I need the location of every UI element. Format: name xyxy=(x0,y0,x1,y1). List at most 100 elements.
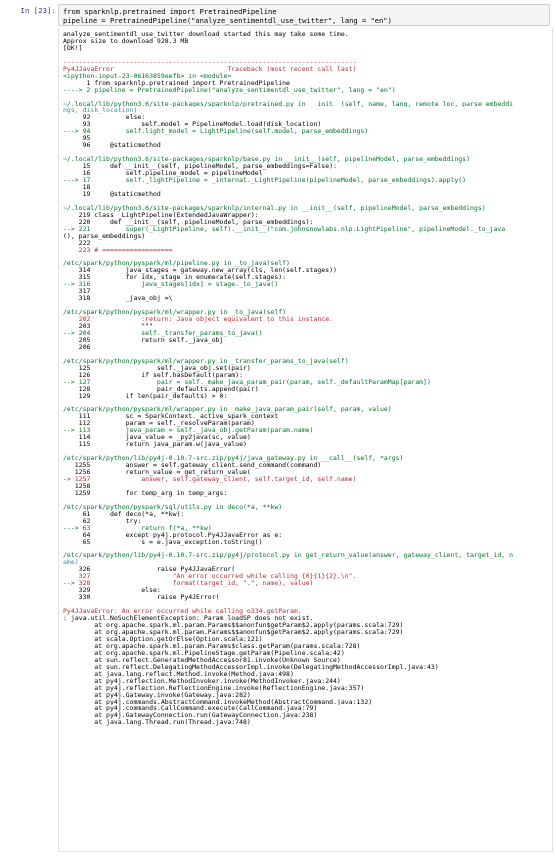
output-line: at java.lang.reflect.Method.invoke(Metho… xyxy=(63,670,294,678)
output-line: 15 def __init__(self, pipelineModel, par… xyxy=(63,163,337,171)
output-line: ame) xyxy=(63,559,79,567)
output-line: 206 xyxy=(63,343,91,351)
output-line: --> 316 java_stages[idx] = stage._to_jav… xyxy=(63,281,279,289)
output-line: at py4j.Gateway.invoke(Gateway.java:282) xyxy=(63,691,251,699)
output-line: 222 xyxy=(63,239,91,247)
output-line: Py4JJavaError Traceback (most recent cal… xyxy=(63,65,357,73)
output-line: 203 """ xyxy=(63,323,154,330)
output-line: ~/.local/lib/python3.6/site-packages/spa… xyxy=(63,156,470,164)
output-line: 64 except py4j.protocol.Py4JJavaError as… xyxy=(63,531,283,539)
output-line: 128 pair_defaults.append(pair) xyxy=(63,385,259,393)
output-line: ~/.local/lib/python3.6/site-packages/spa… xyxy=(63,100,514,108)
output-line: /etc/spark/python/lib/py4j-0.10.7-src.zi… xyxy=(63,552,514,560)
output-line: 327 "An error occurred while calling {0}… xyxy=(63,573,357,581)
output-line: -> 1257 answer, self.gateway_client, sel… xyxy=(63,476,357,483)
output-line: at py4j.GatewayConnection.run(GatewayCon… xyxy=(63,712,318,720)
output-line: at py4j.reflection.ReflectionEngine.invo… xyxy=(63,684,365,692)
output-line: 92 else: xyxy=(63,114,146,122)
output-line: --> 204 self._transfer_params_to_java() xyxy=(63,329,263,337)
output-line: at java.lang.Thread.run(Thread.java:748) xyxy=(63,719,251,727)
output-line: --> 113 java_param = self._java_obj.getP… xyxy=(63,427,314,435)
output-line: ----> 2 pipeline = PretrainedPipeline("a… xyxy=(63,86,396,94)
output-line: 114 java_value = _py2java(sc, value) xyxy=(63,434,251,442)
cell-output: analyze_sentimentdl_use_twitter download… xyxy=(58,28,553,852)
output-line: at org.apache.spark.ml.param.Params$$ano… xyxy=(63,628,404,636)
output-line: at org.apache.spark.ml.param.Params$clas… xyxy=(63,642,361,650)
output-line: Py4JJavaError: An error occurred while c… xyxy=(63,608,302,616)
output-line: 115 return java_param.w(java_value) xyxy=(63,441,247,449)
output-line: 18 xyxy=(63,183,91,191)
output-line: --> 328 format(target_id, ".", name), va… xyxy=(63,580,314,588)
output-line: ngs, disk_location) xyxy=(63,107,138,115)
output-line: 318 _java_obj =\ xyxy=(63,295,173,303)
output-line: /etc/spark/python/pyspark/ml/wrapper.py … xyxy=(63,357,349,365)
output-line: at sun.reflect.DelegatingMethodAccessorI… xyxy=(63,663,439,671)
code-line: from sparknlp.pretrained import Pretrain… xyxy=(63,7,277,16)
output-line: <ipython-input-23-06163859eefb> in <modu… xyxy=(63,72,232,80)
output-line: /etc/spark/python/lib/py4j-0.10.7-src.zi… xyxy=(63,455,404,463)
output-line: : java.util.NoSuchElementException: Para… xyxy=(63,615,314,623)
output-line: at py4j.commands.CallCommand.execute(Cal… xyxy=(63,705,318,713)
output-line: /etc/spark/python/pyspark/ml/wrapper.py … xyxy=(63,309,287,317)
output-line: 1256 return_value = get_return_value( xyxy=(63,469,251,476)
output-line: 219 class _LightPipeline(ExtendedJavaWra… xyxy=(63,211,259,219)
output-line: ---> 17 self._lightPipeline = _internal.… xyxy=(63,177,467,184)
output-line: ~/.local/lib/python3.6/site-packages/spa… xyxy=(63,204,486,212)
output-line: 16 self.pipeline_model = pipelineModel xyxy=(63,170,263,178)
output-line: ---> 94 self.light_model = LightPipeline… xyxy=(63,128,369,136)
output-line: ----------------------------------------… xyxy=(63,58,357,66)
output-line: 125 self._java_obj.set(pair) xyxy=(63,364,251,372)
output-line: 314 java_stages = gateway.new_array(cls,… xyxy=(63,267,337,275)
output-line: --> 221 super(_LightPipeline, self).__in… xyxy=(63,225,506,233)
output-line: 19 @staticmethod xyxy=(63,190,161,198)
output-line: 112 param = self._resolveParam(param) xyxy=(63,420,255,428)
output-line: [OK!] xyxy=(63,44,83,52)
output-line: 93 self.model = PipelineModel.load(disk_… xyxy=(63,121,322,129)
output-line: 1255 answer = self.gateway_client.send_c… xyxy=(63,462,322,470)
output-line: 220 def __init__(self, pipelineModel, pa… xyxy=(63,218,314,226)
output-line: at org.apache.spark.ml.param.Params$$ano… xyxy=(63,622,404,629)
output-line: 317 xyxy=(63,288,91,296)
output-line: (), parse_embeddings) xyxy=(63,232,146,240)
output-line: 65 s = e.java_exception.toString() xyxy=(63,538,263,546)
output-line: 96 @staticmethod xyxy=(63,142,161,150)
output-line: /etc/spark/python/pyspark/ml/pipeline.py… xyxy=(63,260,290,268)
output-line: 330 raise Py4JError( xyxy=(63,594,220,602)
output-line: at org.apache.spark.ml.PipelineStage.get… xyxy=(63,649,345,657)
output-line: analyze_sentimentdl_use_twitter download… xyxy=(63,31,349,38)
output-line: 223 # ================== xyxy=(63,246,173,254)
output-line: 329 else: xyxy=(63,587,161,595)
output-line: at py4j.commands.AbstractCommand.invokeM… xyxy=(63,698,373,706)
output-line: 205 return self._java_obj xyxy=(63,336,224,344)
output-line: 315 for idx, stage in enumerate(self.sta… xyxy=(63,274,287,282)
output-line: 62 try: xyxy=(63,517,142,525)
output-line: 202 :return: Java object equivalent to t… xyxy=(63,316,334,324)
output-line: at scala.Option.getOrElse(Option.scala:1… xyxy=(63,635,263,643)
output-line: 126 if self.hasDefault(param): xyxy=(63,371,244,379)
output-line: ---> 63 return f(*a, **kw) xyxy=(63,524,212,532)
output-line: /etc/spark/python/pyspark/ml/wrapper.py … xyxy=(63,406,392,414)
output-line: 111 sc = SparkContext._active_spark_cont… xyxy=(63,413,279,421)
output-line: 1259 for temp_arg in temp_args: xyxy=(63,489,228,497)
output-line: 95 xyxy=(63,135,91,143)
output-line: at sun.reflect.GeneratedMethodAccessor81… xyxy=(63,656,341,664)
code-cell-input[interactable]: from sparknlp.pretrained import Pretrain… xyxy=(58,4,550,26)
code-line: pipeline = PretrainedPipeline("analyze_s… xyxy=(63,16,392,25)
output-line: 129 if len(pair_defaults) > 0: xyxy=(63,392,228,400)
output-line: Approx size to download 928.3 MB xyxy=(63,37,189,45)
output-line: 1 from sparknlp.pretrained import Pretra… xyxy=(63,79,290,87)
output-line: 1258 xyxy=(63,482,91,490)
output-line: 326 raise Py4JJavaError( xyxy=(63,566,236,574)
